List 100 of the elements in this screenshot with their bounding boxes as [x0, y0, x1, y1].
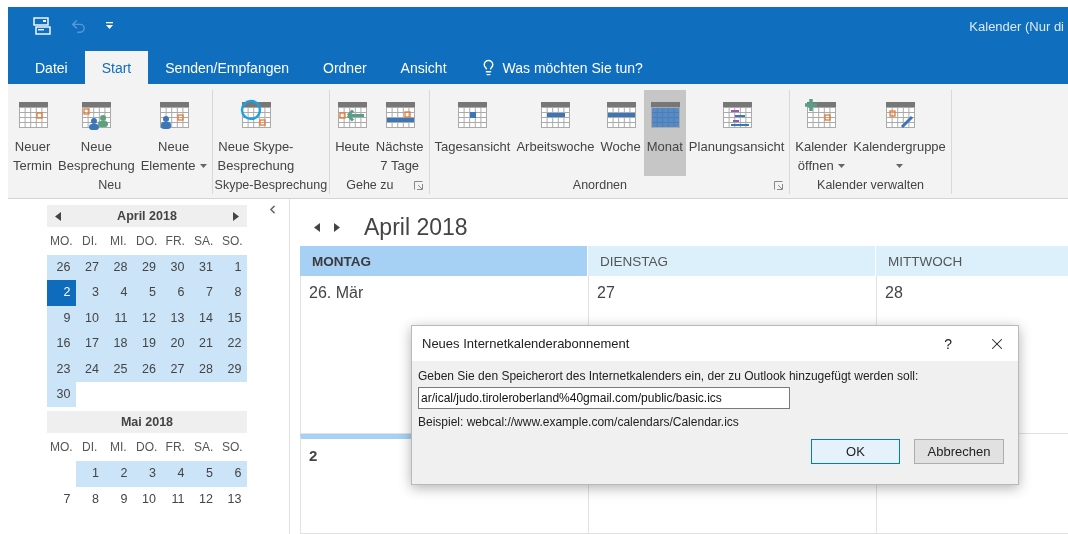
- weekday-label: SO.: [220, 233, 244, 250]
- ribbon-button[interactable]: Woche: [597, 90, 644, 176]
- weekday-label: SO.: [220, 439, 244, 457]
- day-cell[interactable]: 25: [104, 356, 133, 382]
- dialog-launcher-icon[interactable]: [413, 180, 423, 190]
- ribbon-tab[interactable]: Start: [84, 51, 149, 84]
- ribbon-tab[interactable]: Ansicht: [383, 51, 464, 84]
- day-cell[interactable]: 29: [132, 255, 161, 281]
- day-cell[interactable]: 5: [189, 461, 218, 487]
- ribbon-button[interactable]: Planungsansicht: [685, 90, 788, 176]
- calendar-icon: [239, 98, 272, 131]
- day-cell[interactable]: 30: [47, 381, 76, 408]
- day-header: DIENSTAG: [588, 246, 876, 276]
- day-cell[interactable]: 4: [104, 280, 133, 306]
- day-cell[interactable]: 21: [189, 331, 218, 357]
- day-cell[interactable]: 5: [132, 280, 161, 306]
- day-cell[interactable]: 15: [218, 305, 247, 332]
- ribbon-button[interactable]: Neuer Termin: [10, 90, 55, 176]
- help-button[interactable]: ?: [944, 335, 952, 352]
- ribbon-button[interactable]: Neue Besprechung: [55, 90, 138, 176]
- group-label: Neu: [97, 177, 123, 194]
- day-cell[interactable]: 16: [47, 331, 76, 357]
- ribbon-button[interactable]: Kalendergruppe: [850, 90, 949, 176]
- ribbon-button[interactable]: Neue Elemente: [137, 90, 210, 176]
- weekday-label: DO.: [135, 439, 159, 457]
- previous-arrow-icon[interactable]: [55, 211, 61, 221]
- day-number: 26. Mär: [309, 284, 364, 301]
- day-cell[interactable]: 18: [104, 331, 133, 357]
- day-cell[interactable]: 20: [161, 331, 190, 357]
- dialog-title: Neues Internetkalenderabonnement: [422, 336, 631, 351]
- day-cell[interactable]: 28: [104, 255, 133, 281]
- ribbon-tab[interactable]: Senden/Empfangen: [148, 51, 307, 84]
- day-number: 2: [309, 447, 318, 464]
- day-cell[interactable]: 1: [75, 461, 104, 487]
- ribbon-button[interactable]: Heute: [332, 90, 373, 176]
- day-cell[interactable]: 11: [104, 305, 133, 332]
- previous-arrow-icon[interactable]: [314, 223, 320, 232]
- day-cell[interactable]: 27: [161, 356, 190, 382]
- day-cell[interactable]: 9: [47, 305, 76, 332]
- day-cell[interactable]: 7: [189, 280, 218, 306]
- prompt-text: Geben Sie den Speicherort des Internetkalenders ein, der zu Outlook hinzugefügt werden soll:: [418, 369, 920, 383]
- day-header: MONTAG: [300, 246, 588, 276]
- month-title: April 2018: [116, 209, 178, 223]
- weekday-label: FR.: [164, 233, 186, 250]
- ribbon-button[interactable]: Tagesansicht: [431, 90, 514, 176]
- day-cell[interactable]: 12: [189, 486, 218, 513]
- weekday-label: DI.: [81, 233, 99, 250]
- day-cell[interactable]: 4: [161, 461, 190, 487]
- ribbon-button[interactable]: Kalender öffnen: [792, 90, 851, 176]
- caret-icon: [837, 163, 845, 168]
- weekday-label: MI.: [108, 439, 128, 457]
- ribbon-button[interactable]: Neue Skype- Besprechung: [214, 90, 298, 176]
- ribbon-button[interactable]: Nächste 7 Tage: [372, 90, 427, 176]
- day-cell[interactable]: 13: [161, 305, 190, 332]
- weekday-label: DO.: [135, 233, 159, 250]
- ribbon-button[interactable]: Monat: [643, 90, 686, 176]
- caret-icon: [199, 163, 207, 168]
- weekday-label: DI.: [81, 439, 99, 457]
- day-cell[interactable]: 31: [189, 255, 218, 281]
- example-text: Beispiel: webcal://www.example.com/calendars/Calendar.ics: [418, 415, 740, 429]
- day-cell[interactable]: 2: [47, 280, 76, 306]
- next-arrow-icon[interactable]: [233, 211, 239, 221]
- day-cell[interactable]: 8: [218, 280, 247, 306]
- day-cell[interactable]: 10: [132, 486, 161, 513]
- day-header: MITTWOCH: [876, 246, 1068, 276]
- day-cell[interactable]: 19: [132, 331, 161, 357]
- app-icon[interactable]: [32, 16, 52, 36]
- day-cell[interactable]: 13: [218, 486, 247, 513]
- day-cell[interactable]: 9: [104, 486, 133, 513]
- day-cell[interactable]: 11: [161, 486, 190, 513]
- day-cell[interactable]: 23: [47, 356, 76, 382]
- ribbon-tab[interactable]: Datei: [18, 51, 85, 84]
- day-cell[interactable]: 30: [161, 255, 190, 281]
- day-cell[interactable]: 1: [218, 255, 247, 281]
- day-cell[interactable]: 3: [132, 461, 161, 487]
- day-cell[interactable]: 6: [218, 461, 247, 487]
- day-cell[interactable]: 8: [75, 486, 104, 513]
- day-cell[interactable]: 27: [75, 255, 104, 281]
- ribbon-button[interactable]: Arbeitswoche: [513, 90, 598, 176]
- customize-icon[interactable]: [105, 22, 114, 30]
- day-number: 28: [885, 284, 903, 301]
- dialog-button[interactable]: OK: [811, 439, 900, 464]
- group-label: Gehe zu: [345, 177, 395, 194]
- day-cell[interactable]: 2: [104, 461, 133, 487]
- weekday-label: FR.: [164, 439, 186, 457]
- dialog-button[interactable]: Abbrechen: [914, 439, 1004, 464]
- next-arrow-icon[interactable]: [334, 223, 340, 232]
- weekday-label: SA.: [193, 233, 215, 250]
- day-cell[interactable]: 22: [218, 331, 247, 357]
- ribbon-tab[interactable]: Ordner: [306, 51, 384, 84]
- day-cell[interactable]: 29: [218, 356, 247, 382]
- url-field[interactable]: ar/ical/judo.tiroleroberland%40gmail.com/public/basic.ics: [418, 387, 790, 409]
- day-cell[interactable]: 26: [47, 255, 76, 281]
- day-cell[interactable]: 17: [75, 331, 104, 357]
- dialog-launcher-icon[interactable]: [774, 180, 784, 190]
- day-cell[interactable]: 6: [161, 280, 190, 306]
- tell-me-field[interactable]: Was möchten Sie tun?: [502, 59, 643, 76]
- day-cell[interactable]: 3: [75, 280, 104, 306]
- day-cell[interactable]: 7: [47, 486, 76, 513]
- weekday-label: MO.: [48, 439, 74, 457]
